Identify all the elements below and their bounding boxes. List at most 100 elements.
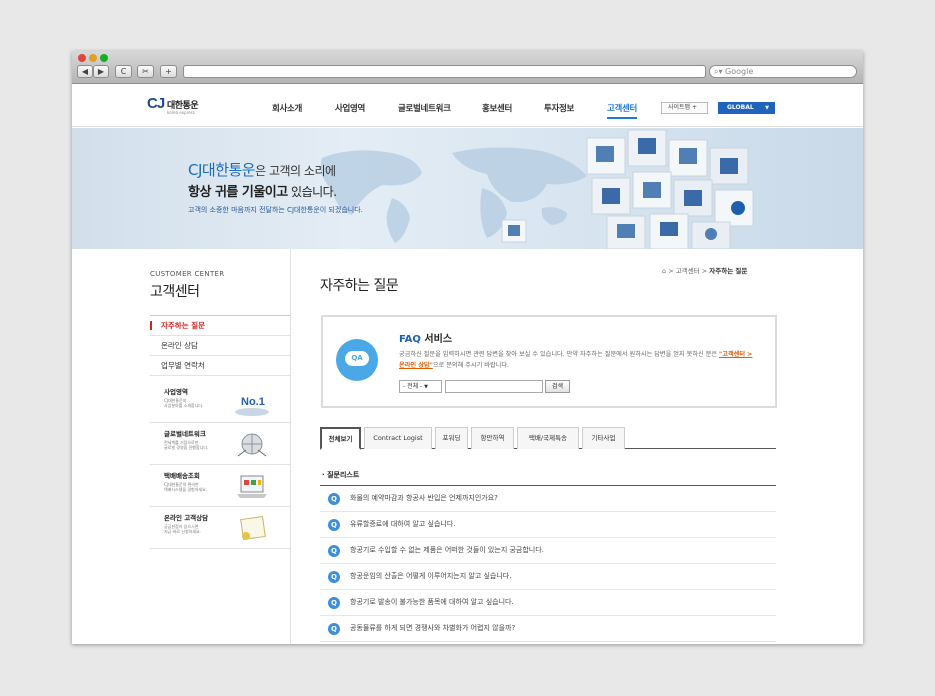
banner-business[interactable]: 사업영역 CJ대한통운의 사업분야를 소개합니다. No.1 <box>150 381 290 423</box>
browser-window: ◀ ▶ C ✂ + ⌕▾ Google CJ 대한통운 korea expres… <box>72 51 863 644</box>
no1-badge-text: No.1 <box>241 396 265 408</box>
faq-search-box: QA FAQ 서비스 궁금하신 질문을 입력하시면 관련 답변을 찾아 보실 수… <box>321 315 777 408</box>
cj-logo[interactable]: CJ 대한통운 korea express <box>147 94 217 120</box>
banner-desc: CJ대한통운의 사업분야를 소개합니다. <box>164 398 204 408</box>
question-row[interactable]: Q 유류할증료에 대하여 알고 싶습니다. <box>320 512 776 538</box>
tab-other-business[interactable]: 기타사업 <box>582 427 625 449</box>
question-row[interactable]: Q 항공기로 수입할 수 없는 제품은 어떠한 것들이 있는지 궁금합니다. <box>320 538 776 564</box>
tab-port-handling[interactable]: 항만하역 <box>471 427 514 449</box>
sidebar-item-online-consult[interactable]: 온라인 상담 <box>150 336 290 356</box>
trophy-icon: No.1 <box>235 396 269 416</box>
sidebar-title-en: CUSTOMER CENTER <box>150 270 225 278</box>
faq-title-ko: 서비스 <box>420 334 453 345</box>
google-search-field[interactable]: ⌕▾ Google <box>709 65 857 78</box>
certificate-icon <box>240 516 266 540</box>
nav-business[interactable]: 사업영역 <box>335 102 365 114</box>
home-icon[interactable]: ⌂ <box>662 267 666 275</box>
sidebar-divider <box>290 249 291 644</box>
faq-title-en: FAQ <box>399 334 421 345</box>
nav-investor[interactable]: 투자정보 <box>544 102 574 114</box>
faq-title: FAQ 서비스 <box>399 330 452 345</box>
tab-parcel-express[interactable]: 택배/국제특송 <box>517 427 579 449</box>
question-icon: Q <box>328 571 340 583</box>
question-text[interactable]: 항공운임의 산출은 어떻게 이루어지는지 알고 싶습니다. <box>350 571 511 581</box>
banner-global-network[interactable]: 글로벌네트워크 전세계를 거점으로한 글로벌 경영을 진행합니다. <box>150 423 290 465</box>
logo-subtitle: korea express <box>167 110 195 115</box>
qa-icon-text: QA <box>345 351 369 366</box>
question-text[interactable]: 유류할증료에 대하여 알고 싶습니다. <box>350 519 456 529</box>
back-button[interactable]: ◀ <box>77 65 93 78</box>
hero-subtext: 고객의 소중한 마음까지 전달하는 CJ대한통운이 되겠습니다. <box>188 206 363 214</box>
banner-title: 글로벌네트워크 <box>164 430 206 438</box>
logo-mark: CJ <box>147 95 165 112</box>
snapback-button[interactable]: ✂ <box>137 65 154 78</box>
nav-pr-center[interactable]: 홍보센터 <box>482 102 512 114</box>
forward-button[interactable]: ▶ <box>93 65 109 78</box>
hero-headline-1-rest: 은 고객의 소리에 <box>255 164 336 178</box>
banner-desc: CJ대한통운의 편리한 택배시스템을 경험하세요. <box>164 482 208 492</box>
faq-description: 궁금하신 질문을 입력하시면 관련 답변을 찾아 보실 수 있습니다. 만약 자… <box>399 351 753 369</box>
question-text[interactable]: 항공기로 발송이 불가능한 품목에 대하여 알고 싶습니다. <box>350 597 514 607</box>
banner-desc: 전세계를 거점으로한 글로벌 경영을 진행합니다. <box>164 440 209 450</box>
banner-online-consult[interactable]: 온라인 고객상담 궁금한점이 있으시면 지금 바로 신청하세요. <box>150 507 290 549</box>
sidebar-item-contacts[interactable]: 업무별 연락처 <box>150 356 290 376</box>
banner-title: 택배배송조회 <box>164 472 200 480</box>
select-arrow-icon: ▼ <box>424 384 428 390</box>
hero-headline-2-bold: 항상 귀를 기울이고 <box>188 185 288 200</box>
banner-title: 온라인 고객상담 <box>164 514 209 522</box>
tab-forwarding[interactable]: 포워딩 <box>435 427 468 449</box>
question-text[interactable]: 공동물류를 하게 되면 경쟁사와 차별화가 어렵지 않을까? <box>350 623 515 633</box>
question-row[interactable]: Q 항공기로 발송이 불가능한 품목에 대하여 알고 싶습니다. <box>320 590 776 616</box>
laptop-icon <box>237 475 267 498</box>
page-title: 자주하는 질문 <box>320 278 399 294</box>
breadcrumb-item[interactable]: 고객센터 <box>676 267 700 275</box>
question-icon: Q <box>328 519 340 531</box>
global-navigation: CJ 대한통운 korea express 회사소개 사업영역 글로벌네트워크 … <box>72 85 863 127</box>
hero-headline-2-rest: 있습니다. <box>287 185 337 199</box>
globe-icon <box>237 433 267 457</box>
breadcrumb-current: 자주하는 질문 <box>709 267 748 275</box>
question-text[interactable]: 항공기로 수입할 수 없는 제품은 어떠한 것들이 있는지 궁금합니다. <box>350 545 544 555</box>
global-label: GLOBAL <box>727 104 754 111</box>
sitemap-button[interactable]: 사이트맵 + <box>661 102 708 114</box>
question-text[interactable]: 화물의 예약마감과 항공사 반입은 언제까지인가요? <box>350 493 498 503</box>
sidebar-item-faq[interactable]: 자주하는 질문 <box>150 316 290 336</box>
minimize-window-button[interactable] <box>89 54 97 62</box>
category-select-value: - 전체 - <box>403 383 423 390</box>
category-select[interactable]: - 전체 - ▼ <box>399 380 442 393</box>
question-row[interactable]: Q 항공운임의 산출은 어떻게 이루어지는지 알고 싶습니다. <box>320 564 776 590</box>
global-dropdown-button[interactable]: GLOBAL ▼ <box>718 102 775 114</box>
banner-desc: 궁금한점이 있으시면 지금 바로 신청하세요. <box>164 524 201 534</box>
faq-category-tabs: 전체보기 Contract Logist 포워딩 항만하역 택배/국제특송 기타… <box>320 427 776 450</box>
reload-button[interactable]: C <box>115 65 132 78</box>
question-row[interactable]: Q 공동물류를 하게 되면 경쟁사와 차별화가 어렵지 않을까? <box>320 616 776 642</box>
tab-all[interactable]: 전체보기 <box>320 427 361 450</box>
question-icon: Q <box>328 545 340 557</box>
hero-headline-1: CJ대한통운은 고객의 소리에 <box>188 159 336 180</box>
banner-delivery-tracking[interactable]: 택배배송조회 CJ대한통운의 편리한 택배시스템을 경험하세요. <box>150 465 290 507</box>
google-search-placeholder: Google <box>725 67 754 76</box>
nav-company[interactable]: 회사소개 <box>272 102 302 114</box>
question-icon: Q <box>328 493 340 505</box>
web-page: CJ 대한통운 korea express 회사소개 사업영역 글로벌네트워크 … <box>72 85 863 644</box>
close-window-button[interactable] <box>78 54 86 62</box>
hero-brand-text: CJ대한통운 <box>188 161 256 179</box>
breadcrumb: ⌂ > 고객센터 > 자주하는 질문 <box>662 267 748 275</box>
add-bookmark-button[interactable]: + <box>160 65 177 78</box>
sidebar-menu: 자주하는 질문 온라인 상담 업무별 연락처 <box>150 315 290 376</box>
address-bar[interactable] <box>183 65 706 78</box>
nav-global-network[interactable]: 글로벌네트워크 <box>398 102 451 114</box>
question-row[interactable]: Q 화물의 예약마감과 항공사 반입은 언제까지인가요? <box>320 486 776 512</box>
faq-search-input[interactable] <box>445 380 543 393</box>
faq-search-button[interactable]: 검색 <box>545 380 570 393</box>
nav-customer-center[interactable]: 고객센터 <box>607 102 637 119</box>
search-icon: ⌕▾ <box>714 67 726 76</box>
zoom-window-button[interactable] <box>100 54 108 62</box>
browser-toolbar: ◀ ▶ C ✂ + ⌕▾ Google <box>72 51 863 84</box>
tab-contract-logistics[interactable]: Contract Logist <box>364 427 432 449</box>
banner-title: 사업영역 <box>164 388 188 396</box>
chevron-down-icon: ▼ <box>765 105 769 111</box>
sidebar-title-ko: 고객센터 <box>150 284 200 300</box>
question-icon: Q <box>328 623 340 635</box>
qa-icon: QA <box>336 339 378 381</box>
